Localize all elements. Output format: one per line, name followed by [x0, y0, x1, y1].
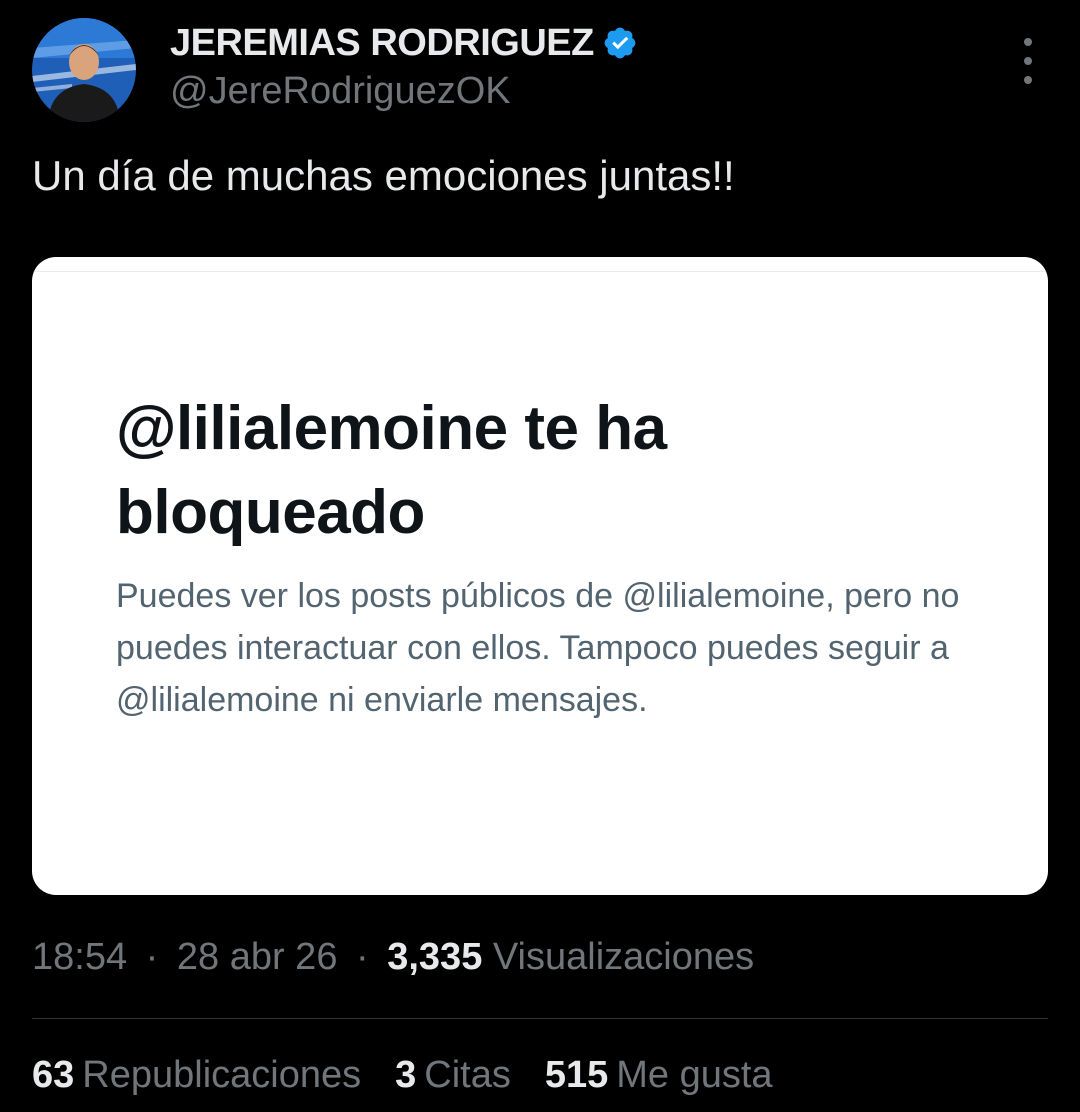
- likes-count: 515: [544, 1054, 609, 1096]
- quotes-label: Citas: [424, 1054, 511, 1096]
- author-name[interactable]: JEREMIAS RODRIGUEZ: [170, 22, 594, 65]
- tweet-date[interactable]: 28 abr 26: [177, 936, 338, 978]
- reposts-count: 63: [32, 1054, 75, 1096]
- author-name-row[interactable]: JEREMIAS RODRIGUEZ: [170, 18, 638, 68]
- more-dot: [1024, 57, 1032, 65]
- tweet-time[interactable]: 18:54: [32, 936, 127, 978]
- tweet-text: Un día de muchas emociones juntas!!: [32, 152, 735, 199]
- tweet-meta: 18:54 · 28 abr 26 · 3,335 Visualizacione…: [32, 936, 754, 979]
- more-options-icon[interactable]: [1008, 38, 1048, 84]
- verified-badge-icon: [602, 25, 638, 61]
- blocked-title: @lilialemoine te ha bloqueado: [116, 394, 667, 547]
- reposts-stat[interactable]: 63 Republicaciones: [32, 1054, 361, 1097]
- likes-label: Me gusta: [616, 1054, 773, 1096]
- engagement-stats: 63 Republicaciones 3 Citas 515 Me gusta: [32, 1054, 807, 1097]
- avatar[interactable]: [32, 18, 136, 122]
- meta-separator: ·: [145, 936, 159, 978]
- blocked-description: Puedes ver los posts públicos de @lilial…: [116, 577, 960, 719]
- likes-stat[interactable]: 515 Me gusta: [545, 1054, 773, 1097]
- author-handle[interactable]: @JereRodriguezOK: [170, 70, 511, 113]
- media-divider: [32, 271, 1048, 272]
- more-dot: [1024, 76, 1032, 84]
- views-count[interactable]: 3,335: [387, 936, 482, 978]
- quotes-stat[interactable]: 3 Citas: [395, 1054, 511, 1097]
- meta-separator: ·: [356, 936, 369, 978]
- quotes-count: 3: [395, 1054, 417, 1096]
- views-label[interactable]: Visualizaciones: [493, 936, 754, 978]
- reposts-label: Republicaciones: [82, 1054, 362, 1096]
- more-dot: [1024, 38, 1032, 46]
- tweet-media-image[interactable]: @lilialemoine te ha bloqueado Puedes ver…: [32, 257, 1048, 895]
- divider: [32, 1018, 1048, 1019]
